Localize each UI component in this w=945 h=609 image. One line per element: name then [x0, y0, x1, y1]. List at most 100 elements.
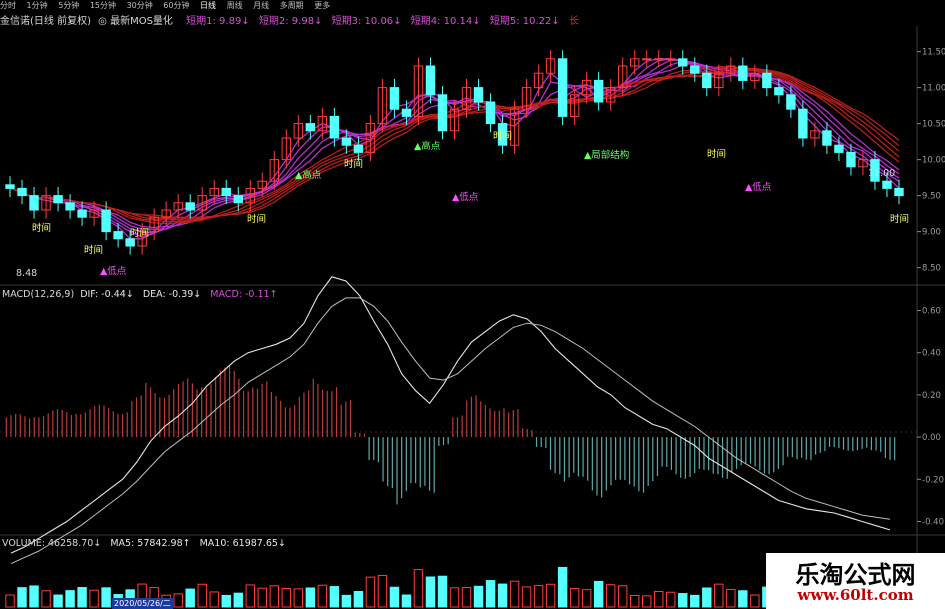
- macd-label-row: MACD(12,26,9) DIF: -0.44↓ DEA: -0.39↓ MA…: [2, 289, 278, 300]
- volume-bar: [521, 586, 532, 608]
- candle-body: [113, 231, 123, 240]
- candle-body: [846, 151, 856, 168]
- candle-body: [329, 115, 340, 139]
- price-tick-label: 9.00: [922, 228, 941, 238]
- volume-bar: [329, 586, 340, 608]
- candle-body: [53, 195, 63, 204]
- volume-bar: [485, 580, 496, 608]
- time-marker-label: 时间: [130, 227, 149, 239]
- volume-bar: [666, 591, 676, 608]
- candle-body: [485, 101, 496, 125]
- time-marker-label: 时间: [890, 213, 909, 225]
- volume-bar: [605, 584, 616, 608]
- volume-bar: [53, 594, 63, 608]
- volume-bar: [401, 594, 412, 608]
- low-point-label: ▲低点: [100, 265, 127, 277]
- candle-body: [882, 180, 892, 189]
- price-annotations: 时间时间时间时间时间时间时间时间▲高点▲高点▲局部结构▲低点▲低点▲低点8.48…: [16, 130, 909, 279]
- volume-bar: [197, 583, 207, 608]
- volume-bar: [293, 588, 304, 608]
- macd-tick-label: 0.60: [922, 307, 941, 317]
- candle-body: [822, 130, 832, 146]
- volume-bar: [449, 587, 460, 608]
- volume-value: VOLUME: 46258.70↓: [2, 538, 102, 549]
- candle-body: [654, 58, 664, 61]
- stock-chart[interactable]: 11.5011.0010.5010.009.509.008.50 时间时间时间时…: [0, 0, 945, 609]
- volume-bar: [702, 587, 712, 608]
- volume-bar: [473, 585, 484, 608]
- high-point-label: ▲高点: [414, 140, 441, 152]
- volume-bar: [690, 594, 700, 608]
- low-point-label: ▲低点: [452, 191, 479, 203]
- watermark-url: www.60lt.com: [797, 586, 914, 604]
- candle-body: [305, 123, 316, 132]
- volume-bar: [305, 587, 316, 608]
- candle-body: [101, 209, 111, 233]
- volume-bar: [557, 566, 568, 608]
- time-marker-label: 时间: [493, 130, 512, 142]
- volume-bar: [714, 583, 724, 608]
- dif-line: [10, 276, 891, 554]
- candle-body: [894, 187, 904, 197]
- volume-ma5: MA5: 57842.98↑: [110, 538, 191, 549]
- candle-body: [29, 195, 39, 211]
- low-point-label: ▲低点: [745, 181, 772, 193]
- price-tick-label: 8.50: [922, 264, 941, 274]
- volume-bar: [569, 587, 580, 608]
- volume-bar: [269, 585, 280, 608]
- volume-bar: [726, 588, 736, 608]
- candle-body: [221, 187, 231, 197]
- candle-body: [774, 87, 784, 96]
- volume-bar: [281, 587, 292, 608]
- macd-lines: [10, 276, 891, 565]
- price-tick-label: 9.50: [922, 192, 941, 202]
- volume-bar: [750, 594, 760, 608]
- time-marker-label: 时间: [344, 158, 363, 170]
- candle-body: [125, 238, 135, 247]
- macd-histogram: [5, 364, 896, 505]
- price-tick-label: 10.50: [922, 120, 945, 130]
- candle-body: [642, 58, 652, 61]
- candle-body: [798, 108, 808, 139]
- volume-bar: [365, 576, 376, 608]
- macd-tick-label: -0.40: [922, 517, 944, 527]
- candle-body: [437, 94, 448, 132]
- candle-body: [738, 65, 748, 81]
- candle-body: [678, 58, 688, 67]
- volume-bar: [678, 593, 688, 608]
- right-price-label: 11.00: [868, 168, 895, 179]
- watermark-logo: 乐淘公式网 www.60lt.com: [766, 553, 945, 609]
- volume-bar: [654, 590, 664, 608]
- candle-body: [786, 94, 796, 110]
- candle-body: [702, 72, 712, 89]
- volume-bar: [642, 595, 652, 608]
- time-marker-label: 时间: [84, 244, 103, 256]
- candle-body: [389, 87, 400, 110]
- volume-bar: [629, 594, 640, 608]
- volume-bar: [509, 580, 520, 608]
- volume-bar: [5, 594, 15, 608]
- volume-bar: [593, 580, 604, 608]
- macd-dea-value: DEA: -0.39↓: [142, 289, 202, 300]
- candle-body: [425, 65, 436, 96]
- volume-bar: [221, 594, 231, 608]
- volume-bar: [738, 590, 748, 608]
- volume-bar: [317, 584, 328, 608]
- volume-bar: [581, 589, 592, 608]
- candle-body: [690, 65, 700, 74]
- macd-tick-label: 0.40: [922, 349, 941, 359]
- macd-axis: 0.60 0.40 0.20 0.00 -0.20 -0.40: [917, 307, 944, 527]
- candle-body: [77, 209, 87, 218]
- volume-bar: [533, 585, 544, 608]
- volume-bar: [425, 576, 436, 608]
- macd-tick-label: 0.20: [922, 391, 941, 401]
- volume-label-row: VOLUME: 46258.70↓ MA5: 57842.98↑ MA10: 6…: [2, 538, 286, 549]
- volume-bar: [461, 587, 472, 608]
- watermark-title: 乐淘公式网: [795, 561, 916, 589]
- volume-bar: [209, 591, 219, 608]
- local-structure-label: ▲局部结构: [584, 149, 629, 161]
- volume-bar: [353, 590, 364, 608]
- macd-tick-label: -0.20: [922, 475, 944, 485]
- volume-bar: [437, 575, 448, 608]
- candle-body: [557, 58, 568, 117]
